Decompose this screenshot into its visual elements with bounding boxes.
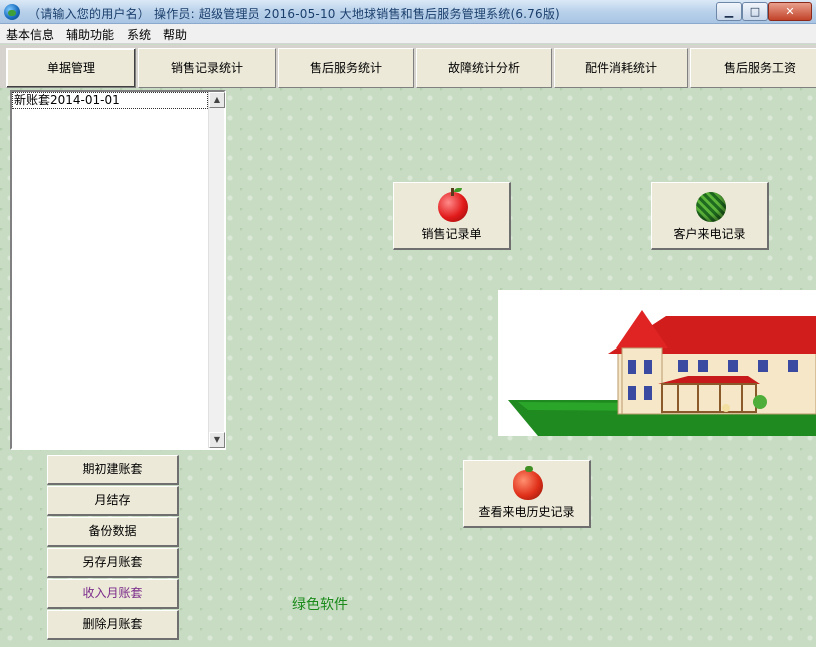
- menu-basic-info[interactable]: 基本信息: [6, 26, 54, 43]
- menu-system[interactable]: 系统: [127, 26, 151, 43]
- customer-call-label: 客户来电记录: [673, 227, 746, 241]
- watermelon-icon: [696, 192, 726, 222]
- maximize-button[interactable]: □: [742, 2, 768, 21]
- window-title: （请输入您的用户名） 操作员: 超级管理员 2016-05-10 大地球销售和售…: [28, 7, 560, 21]
- scroll-up-icon[interactable]: ▲: [209, 92, 225, 108]
- menu-bar: 基本信息 辅助功能 系统 帮助: [0, 24, 816, 44]
- tab-documents[interactable]: 单据管理: [6, 48, 136, 88]
- pepper-icon: [513, 466, 543, 500]
- vertical-scrollbar[interactable]: ▲ ▼: [208, 92, 225, 448]
- tab-bar: 单据管理 销售记录统计 售后服务统计 故障统计分析 配件消耗统计 售后服务工资: [0, 45, 816, 88]
- tab-aftersales-stats[interactable]: 售后服务统计: [278, 48, 414, 88]
- sales-record-button[interactable]: 销售记录单: [393, 182, 511, 250]
- customer-call-button[interactable]: 客户来电记录: [651, 182, 769, 250]
- tab-parts-stats[interactable]: 配件消耗统计: [554, 48, 688, 88]
- tab-service-wages[interactable]: 售后服务工资: [690, 48, 816, 88]
- house-image: [498, 290, 816, 436]
- tab-sales-stats[interactable]: 销售记录统计: [138, 48, 276, 88]
- call-history-button[interactable]: 查看来电历史记录: [463, 460, 591, 528]
- create-opening-account-button[interactable]: 期初建账套: [47, 455, 179, 485]
- close-button[interactable]: ✕: [768, 2, 812, 21]
- tab-fault-analysis[interactable]: 故障统计分析: [416, 48, 552, 88]
- green-software-label: 绿色软件: [292, 597, 348, 613]
- list-item[interactable]: 新账套2014-01-01: [12, 92, 208, 109]
- menu-help[interactable]: 帮助: [163, 26, 187, 43]
- scroll-down-icon[interactable]: ▼: [209, 432, 225, 448]
- apple-icon: [438, 188, 468, 222]
- call-history-label: 查看来电历史记录: [478, 505, 575, 519]
- delete-month-account-button[interactable]: 删除月账套: [47, 610, 179, 640]
- backup-data-button[interactable]: 备份数据: [47, 517, 179, 547]
- import-month-account-button[interactable]: 收入月账套: [47, 579, 179, 609]
- save-as-month-account-button[interactable]: 另存月账套: [47, 548, 179, 578]
- globe-icon: [4, 4, 20, 20]
- monthly-close-button[interactable]: 月结存: [47, 486, 179, 516]
- title-bar: （请输入您的用户名） 操作员: 超级管理员 2016-05-10 大地球销售和售…: [0, 0, 816, 24]
- sales-record-label: 销售记录单: [421, 227, 482, 241]
- account-listbox[interactable]: 新账套2014-01-01 ▲ ▼: [10, 90, 226, 450]
- house-illustration: [508, 310, 816, 436]
- menu-aux-functions[interactable]: 辅助功能: [66, 26, 114, 43]
- minimize-button[interactable]: ▁: [716, 2, 742, 21]
